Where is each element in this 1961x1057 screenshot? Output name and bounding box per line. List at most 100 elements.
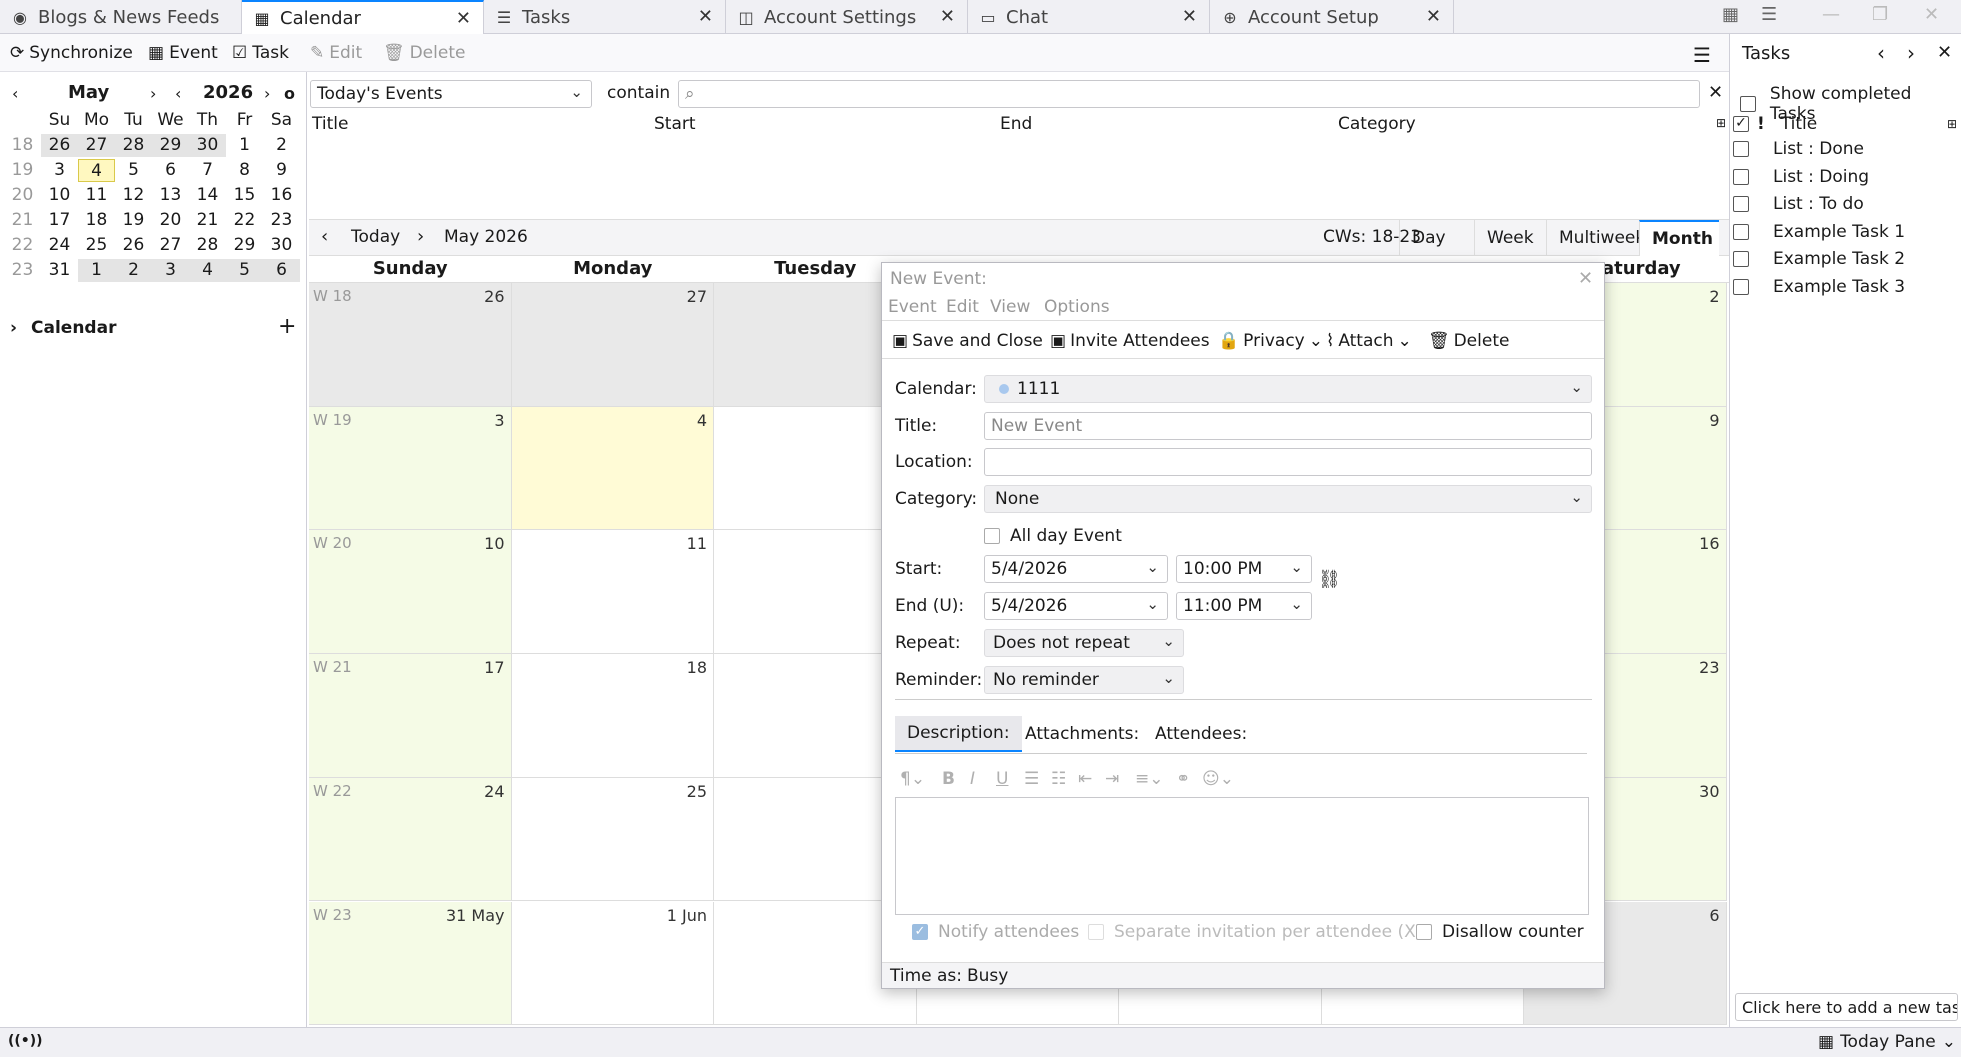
tab-description[interactable]: Description: — [895, 716, 1022, 752]
day-cell[interactable]: 4 — [511, 406, 714, 531]
day-cell[interactable]: W 23 31 May — [309, 901, 512, 1026]
task-item[interactable]: Example Task 3 — [1733, 277, 1905, 297]
search-input[interactable]: ⌕ — [678, 80, 1700, 108]
col-title[interactable]: Title — [312, 114, 348, 134]
reminder-select[interactable]: No reminder ⌄ — [984, 666, 1184, 694]
mini-day[interactable]: 20 — [152, 209, 189, 232]
close-icon[interactable]: ✕ — [940, 6, 955, 27]
column-picker-icon[interactable]: ⊞ — [1716, 116, 1726, 130]
day-cell[interactable]: W 20 10 — [309, 530, 512, 655]
mini-day[interactable]: 17 — [41, 209, 78, 232]
checkbox[interactable] — [984, 528, 1000, 544]
checkbox[interactable] — [1088, 924, 1104, 940]
italic-icon[interactable]: I — [970, 769, 975, 789]
location-input[interactable] — [984, 448, 1592, 476]
mini-day[interactable]: 3 — [41, 159, 78, 182]
mini-day[interactable]: 30 — [263, 234, 300, 257]
close-icon[interactable]: ✕ — [1426, 6, 1441, 27]
col-end[interactable]: End — [1000, 114, 1032, 134]
task-item[interactable]: Example Task 2 — [1733, 249, 1905, 269]
bold-icon[interactable]: B — [942, 769, 955, 789]
indent-icon[interactable]: ⇥ — [1105, 769, 1119, 789]
separate-invitation-checkbox[interactable]: Separate invitation per attendee (X) — [1088, 922, 1422, 942]
day-cell[interactable]: W 21 17 — [309, 654, 512, 778]
close-pane-icon[interactable]: ✕ — [1937, 42, 1952, 63]
today-pane-toggle[interactable]: ▦ Today Pane ⌄ — [1818, 1032, 1956, 1052]
mini-day[interactable]: 6 — [152, 159, 189, 182]
close-window-icon[interactable]: ✕ — [1924, 4, 1939, 25]
restore-icon[interactable]: ❐ — [1872, 4, 1888, 25]
mini-day[interactable]: 1 — [78, 259, 115, 282]
prev-icon[interactable]: ‹ — [321, 226, 328, 247]
mini-day[interactable]: 27 — [78, 134, 115, 157]
description-editor[interactable] — [895, 797, 1589, 915]
link-icon[interactable]: ⚭ — [1176, 769, 1190, 789]
category-select[interactable]: None ⌄ — [984, 485, 1592, 513]
save-close-button[interactable]: ▣ Save and Close — [892, 331, 1043, 351]
day-cell[interactable]: 25 — [511, 777, 714, 902]
col-start[interactable]: Start — [654, 114, 696, 134]
calendar-select[interactable]: 1111 ⌄ — [984, 375, 1592, 403]
online-icon[interactable]: ((•)) — [8, 1033, 43, 1049]
title-input[interactable]: New Event — [984, 412, 1592, 440]
check-icon[interactable]: ✓ — [912, 924, 928, 940]
mini-day[interactable]: 1 — [226, 134, 263, 157]
mini-day[interactable]: 12 — [115, 184, 152, 207]
view-month[interactable]: Month — [1639, 220, 1719, 256]
start-date-input[interactable]: 5/4/2026 ⌄ — [984, 555, 1168, 583]
prev-year-icon[interactable]: ‹ — [175, 84, 181, 103]
mini-day[interactable]: 4 — [189, 259, 226, 282]
mini-day[interactable]: 27 — [152, 234, 189, 257]
tab-calendar[interactable]: ▦ Calendar ✕ — [242, 0, 484, 35]
mini-day[interactable]: 3 — [152, 259, 189, 282]
mini-day[interactable]: 13 — [152, 184, 189, 207]
day-cell[interactable]: W 18 26 — [309, 283, 512, 407]
calendar-section-header[interactable]: › Calendar — [10, 318, 116, 338]
view-day[interactable]: Day — [1399, 220, 1458, 256]
edit-button[interactable]: ✎ Edit — [310, 43, 362, 63]
mini-day[interactable]: 9 — [263, 159, 300, 182]
mini-day[interactable]: 2 — [263, 134, 300, 157]
new-event-button[interactable]: ▦ Event — [148, 43, 218, 63]
mini-day[interactable]: 29 — [226, 234, 263, 257]
checkbox[interactable] — [1416, 924, 1432, 940]
mini-day[interactable]: 5 — [226, 259, 263, 282]
mini-day[interactable]: 16 — [263, 184, 300, 207]
col-category[interactable]: Category — [1338, 114, 1416, 134]
mini-day[interactable]: 31 — [41, 259, 78, 282]
close-icon[interactable]: ✕ — [1182, 6, 1197, 27]
column-picker-icon[interactable]: ⊞ — [1947, 117, 1957, 131]
checkbox[interactable] — [1733, 251, 1749, 267]
checkbox[interactable] — [1740, 96, 1756, 112]
privacy-button[interactable]: 🔒 Privacy ⌄ — [1218, 331, 1323, 351]
disallow-counter-checkbox[interactable]: Disallow counter — [1416, 922, 1584, 942]
minimize-icon[interactable]: — — [1822, 4, 1840, 25]
mini-day[interactable]: 8 — [226, 159, 263, 182]
day-cell[interactable]: W 22 24 — [309, 777, 512, 902]
day-cell[interactable]: W 19 3 — [309, 406, 512, 531]
tab-blogs[interactable]: ◉ Blogs & News Feeds — [0, 0, 242, 34]
prev-month-icon[interactable]: ‹ — [12, 84, 18, 103]
checkbox[interactable] — [1733, 141, 1749, 157]
numbered-list-icon[interactable]: ☷ — [1051, 769, 1066, 789]
filter-select[interactable]: Today's Events ⌄ — [310, 80, 592, 108]
mini-day[interactable]: 2 — [115, 259, 152, 282]
mini-day[interactable]: 5 — [115, 159, 152, 182]
mini-day[interactable]: 11 — [78, 184, 115, 207]
view-week[interactable]: Week — [1474, 220, 1546, 256]
menu-icon[interactable]: ☰ — [1693, 43, 1711, 67]
close-icon[interactable]: ✕ — [456, 8, 471, 29]
paragraph-format-icon[interactable]: ¶⌄ — [900, 769, 925, 789]
mini-day[interactable]: 24 — [41, 234, 78, 257]
invite-attendees-button[interactable]: ▣ Invite Attendees — [1050, 331, 1210, 351]
repeat-select[interactable]: Does not repeat ⌄ — [984, 629, 1184, 657]
delete-button[interactable]: 🗑 Delete — [383, 43, 465, 63]
align-icon[interactable]: ≡⌄ — [1135, 769, 1164, 789]
allday-checkbox[interactable]: All day Event — [984, 526, 1122, 546]
underline-icon[interactable]: U — [996, 769, 1008, 789]
tab-account-settings[interactable]: ◫ Account Settings ✕ — [726, 0, 968, 34]
mini-day[interactable]: 10 — [41, 184, 78, 207]
next-month-icon[interactable]: › — [150, 84, 156, 103]
tab-tasks[interactable]: ☰ Tasks ✕ — [484, 0, 726, 34]
tab-attachments[interactable]: Attachments: — [1013, 716, 1151, 752]
